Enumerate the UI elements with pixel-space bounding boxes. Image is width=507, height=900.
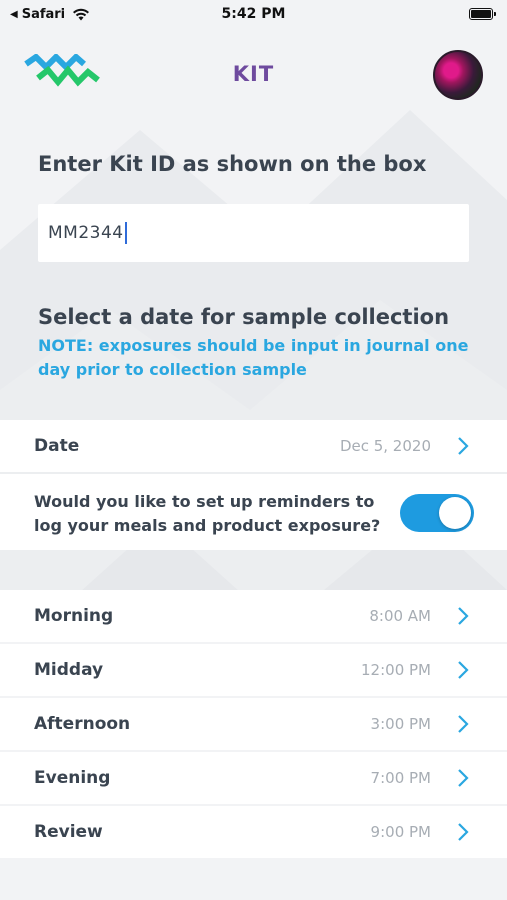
- kit-id-input[interactable]: MM2344: [38, 204, 469, 262]
- chevron-right-icon: [458, 823, 469, 841]
- schedule-row-afternoon[interactable]: Afternoon 3:00 PM: [0, 698, 507, 750]
- collection-note: NOTE: exposures should be input in journ…: [38, 336, 469, 379]
- schedule-row-midday[interactable]: Midday 12:00 PM: [0, 644, 507, 696]
- chevron-right-icon: [458, 715, 469, 733]
- avatar[interactable]: [433, 50, 483, 100]
- schedule-time: 8:00 AM: [369, 607, 431, 625]
- schedule-label: Morning: [34, 606, 114, 626]
- battery-icon: [469, 8, 496, 20]
- date-row-label: Date: [34, 436, 80, 456]
- schedule-row-review[interactable]: Review 9:00 PM: [0, 806, 507, 858]
- schedule-time: 9:00 PM: [370, 823, 431, 841]
- schedule-time: 12:00 PM: [361, 661, 431, 679]
- status-time: 5:42 PM: [221, 6, 286, 22]
- reminders-question: Would you like to set up reminders to lo…: [34, 492, 381, 535]
- chevron-right-icon: [458, 661, 469, 679]
- chevron-right-icon: [458, 607, 469, 625]
- schedule-label: Midday: [34, 660, 104, 680]
- chevron-right-icon: [458, 769, 469, 787]
- kit-id-label: Enter Kit ID as shown on the box: [38, 152, 427, 176]
- app-header: KIT: [0, 48, 507, 104]
- reminders-row: Would you like to set up reminders to lo…: [0, 474, 507, 550]
- chevron-right-icon: [458, 437, 469, 455]
- status-bar: ◀ Safari 5:42 PM: [0, 0, 507, 28]
- text-caret: [124, 222, 127, 244]
- schedule-row-evening[interactable]: Evening 7:00 PM: [0, 752, 507, 804]
- schedule-label: Review: [34, 822, 103, 842]
- schedule-row-morning[interactable]: Morning 8:00 AM: [0, 590, 507, 642]
- schedule-time: 3:00 PM: [370, 715, 431, 733]
- date-row-value: Dec 5, 2020: [339, 437, 431, 455]
- schedule-label: Afternoon: [34, 714, 131, 734]
- date-row[interactable]: Date Dec 5, 2020: [0, 420, 507, 472]
- reminders-toggle[interactable]: [400, 494, 474, 532]
- page-title: KIT: [232, 62, 275, 86]
- kit-id-value: MM2344: [48, 223, 124, 243]
- sample-date-label: Select a date for sample collection: [38, 305, 450, 329]
- schedule-time: 7:00 PM: [370, 769, 431, 787]
- schedule-label: Evening: [34, 768, 111, 788]
- toggle-knob: [439, 497, 471, 529]
